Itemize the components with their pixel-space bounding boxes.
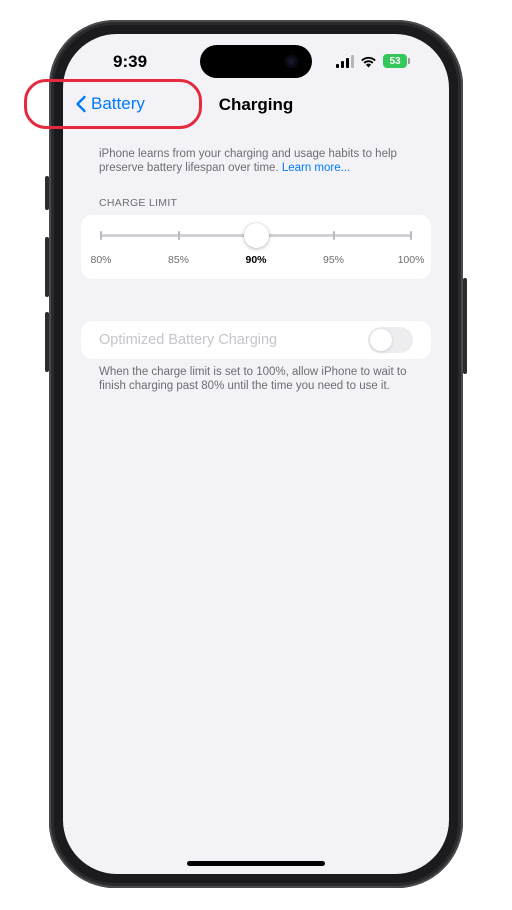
camera-icon [285,55,298,68]
slider-tick [332,231,335,240]
learn-more-link[interactable]: Learn more... [282,162,350,174]
optimized-charging-label: Optimized Battery Charging [99,332,278,348]
home-indicator[interactable] [187,861,325,866]
charge-limit-option[interactable]: 95% [323,254,344,266]
charge-limit-card: 80% 85% 90% 95% 100% [81,215,431,279]
intro-text: iPhone learns from your charging and usa… [99,148,397,174]
toggle-knob [370,329,392,351]
slider-tick [177,231,180,240]
optimized-charging-row: Optimized Battery Charging [81,321,431,359]
wifi-icon [361,56,376,67]
action-button [45,176,49,210]
power-button [463,278,467,374]
charge-limit-labels: 80% 85% 90% 95% 100% [81,254,431,268]
charge-limit-option[interactable]: 90% [245,254,266,266]
page-title-text: Charging [218,95,294,114]
slider-thumb[interactable] [243,223,269,248]
charge-limit-option[interactable]: 100% [398,254,425,266]
charge-limit-slider[interactable] [100,223,412,248]
charge-limit-option[interactable]: 80% [90,254,111,266]
dynamic-island [200,45,312,78]
charge-limit-option[interactable]: 85% [168,254,189,266]
battery-percent: 53 [389,55,401,67]
volume-up-button [45,237,49,297]
volume-down-button [45,312,49,372]
cellular-signal-icon [336,54,354,68]
status-time: 9:39 [113,52,148,71]
slider-tick [410,231,412,240]
screen: 9:39 53 Battery Charging iPhone learns f… [63,34,449,874]
charge-limit-header: CHARGE LIMIT [99,197,178,209]
highlight-annotation [24,79,202,129]
battery-charging-icon: 53 [383,54,410,68]
optimized-charging-note: When the charge limit is set to 100%, al… [99,366,407,392]
status-icons: 53 [336,53,410,69]
slider-tick [100,231,102,240]
intro-description: iPhone learns from your charging and usa… [99,147,419,175]
optimized-charging-toggle[interactable] [368,327,413,353]
